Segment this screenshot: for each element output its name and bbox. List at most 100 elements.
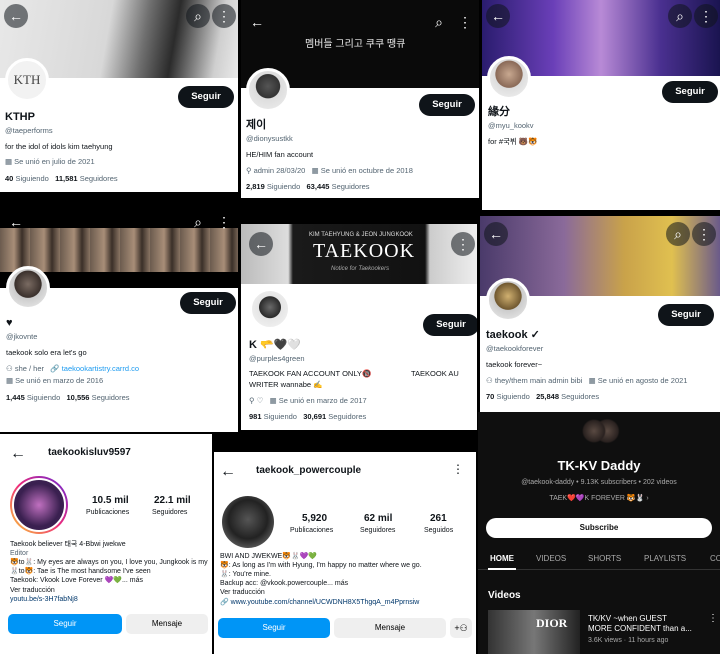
bio-link[interactable]: youtu.be/s-3H7fabNj8: [10, 595, 78, 604]
avatar: [246, 68, 290, 112]
tab-shorts[interactable]: SHORTS: [588, 554, 621, 563]
follow-stats[interactable]: 40 Siguiendo 11,581 Seguidores: [5, 174, 118, 184]
calendar-icon: ▦: [311, 166, 321, 175]
more-icon[interactable]: ⋮: [692, 222, 716, 246]
bio-line-2: TAEKOOK AU: [411, 369, 459, 378]
back-icon[interactable]: ←: [4, 210, 28, 234]
subscribe-button[interactable]: Subscribe: [486, 518, 712, 538]
profile-panel-jei: 멤버들 그리고 쿠쿠 땡큐 ← ⌕ ⋮ Seguir 제이 @dionysust…: [241, 0, 479, 198]
message-button[interactable]: Mensaje: [334, 618, 446, 638]
bio: HE/HIM fan account: [246, 150, 314, 159]
tab-home[interactable]: HOME: [490, 554, 514, 563]
more-icon[interactable]: ⋮: [212, 210, 236, 234]
bio-link[interactable]: 🔗 www.youtube.com/channel/UCWDNH8X5ThgqA…: [220, 598, 419, 607]
video-title-line-2[interactable]: MORE CONFIDENT than a...: [588, 624, 692, 634]
video-title-line-1[interactable]: TK/KV ~when GUEST: [588, 614, 667, 624]
calendar-icon: ▦: [6, 376, 16, 385]
bio-line-3: 🐰to🐯: Tae is The most handsome I've seen: [10, 568, 151, 575]
more-icon[interactable]: ⋮: [452, 463, 464, 475]
back-icon[interactable]: ←: [249, 232, 273, 256]
followers-count[interactable]: 22.1 mil: [154, 496, 191, 506]
bio-line-4: Backup acc: @vkook.powercouple... más: [220, 580, 349, 587]
more-icon[interactable]: ⋮: [708, 614, 718, 624]
avatar: [487, 56, 531, 100]
channel-tagline[interactable]: TAEK❤️💜K FOREVER 🐯🐰 ›: [478, 494, 720, 504]
profile-panel-taekookforever: ← ⌕ ⋮ Seguir taekook ✓ @taekookforever t…: [480, 216, 720, 412]
follow-button[interactable]: Seguir: [662, 81, 718, 103]
search-icon[interactable]: ⌕: [427, 10, 451, 34]
profile-meta: ⚲ admin 28/03/20 ▦ Se unió en octubre de…: [246, 166, 413, 175]
followers-label[interactable]: Seguidores: [152, 508, 187, 518]
follow-button[interactable]: Seguir: [180, 292, 236, 314]
search-icon[interactable]: ⌕: [666, 222, 690, 246]
follow-stats[interactable]: 1,445 Siguiendo 10,556 Seguidores: [6, 393, 130, 403]
display-name: 제이: [246, 119, 267, 131]
posts-count: 5,920: [302, 513, 328, 524]
username: taekookisluv9597: [48, 447, 131, 458]
link-icon: 🔗: [220, 599, 231, 606]
follow-button[interactable]: Seguir: [423, 314, 477, 336]
pronoun-icon: ⚇: [6, 364, 15, 373]
follow-button[interactable]: Seguir: [178, 86, 234, 108]
bio-line-4: Taekook: Vkook Love Forever 💜💚... más: [10, 577, 143, 584]
video-thumbnail[interactable]: DIOR: [488, 610, 580, 654]
handle: @taekookforever: [486, 344, 544, 353]
see-translation[interactable]: Ver traducción: [10, 586, 55, 595]
bio-line-2: 🐯to🐰: My eyes are always on you, I love …: [10, 559, 208, 566]
back-icon[interactable]: ←: [484, 222, 508, 246]
back-icon[interactable]: ←: [245, 10, 269, 34]
banner-script: Notice for Taekookers: [331, 266, 390, 272]
profile-meta: ⚇ they/them main admin bibi ▦ Se unió en…: [486, 376, 688, 385]
search-icon[interactable]: ⌕: [186, 4, 210, 28]
more-icon[interactable]: ⋮: [694, 4, 718, 28]
follow-button[interactable]: Seguir: [218, 618, 330, 638]
follow-button[interactable]: Seguir: [658, 304, 714, 326]
follow-stats[interactable]: 70 Siguiendo 25,848 Seguidores: [486, 392, 599, 402]
bio-line-1: TAEKOOK FAN ACCOUNT ONLY🔞: [249, 369, 372, 378]
followers-count[interactable]: 62 mil: [364, 514, 392, 524]
add-user-icon[interactable]: +⚇: [450, 618, 472, 638]
bio-line-1: Taekook believer 태국 4-Bbwi jwekwe: [10, 541, 126, 548]
see-translation[interactable]: Ver traducción: [220, 588, 265, 597]
follow-button[interactable]: Seguir: [8, 614, 122, 634]
back-icon[interactable]: ←: [4, 4, 28, 28]
display-name: KTHP: [5, 111, 35, 123]
search-icon[interactable]: ⌕: [668, 4, 692, 28]
back-icon[interactable]: ←: [220, 464, 236, 480]
handle: @jkovnte: [6, 332, 38, 341]
join-date: ▦ Se unió en marzo de 2016: [6, 376, 104, 385]
display-name: ♥: [6, 317, 13, 329]
instagram-panel-taekookisluv: ← taekookisluv9597 10.5 mil Publicacione…: [0, 434, 212, 654]
username: taekook_powercouple: [256, 465, 362, 476]
tab-bar: HOME VIDEOS SHORTS PLAYLISTS CO: [478, 548, 720, 570]
follow-stats[interactable]: 2,819 Siguiendo 63,445 Seguidores: [246, 182, 370, 192]
search-icon[interactable]: ⌕: [186, 210, 210, 234]
more-icon[interactable]: ⋮: [451, 232, 475, 256]
pronoun-icon: ⚇: [486, 376, 495, 385]
channel-meta: @taekook-daddy • 9.13K subscribers • 202…: [521, 479, 677, 486]
tab-videos[interactable]: VIDEOS: [536, 554, 566, 563]
profile-link[interactable]: taekookartistry.carrd.co: [62, 364, 139, 373]
chevron-right-icon: ›: [646, 495, 649, 502]
follow-stats[interactable]: 981 Siguiendo 30,691 Seguidores: [249, 412, 366, 422]
profile-meta: ⚲ ♡ ▦ Se unió en marzo de 2017: [249, 396, 367, 405]
location-icon: ⚲: [246, 166, 254, 175]
message-button[interactable]: Mensaje: [126, 614, 208, 634]
display-name: 緣分: [488, 106, 510, 118]
back-icon[interactable]: ←: [10, 446, 26, 462]
posts-count: 10.5 mil: [92, 495, 129, 506]
tab-community[interactable]: CO: [710, 554, 720, 563]
youtube-panel-tkkv-daddy: TK-KV Daddy @taekook-daddy • 9.13K subsc…: [478, 412, 720, 654]
following-label[interactable]: Seguidos: [424, 526, 453, 536]
instagram-panel-powercouple: ← taekook_powercouple ⋮ 5,920 Publicacio…: [214, 452, 476, 654]
tab-playlists[interactable]: PLAYLISTS: [644, 554, 686, 563]
tab-indicator: [488, 568, 516, 570]
followers-label[interactable]: Seguidores: [360, 526, 395, 536]
bio: for #국뷔 🐻🐯: [488, 137, 538, 146]
more-icon[interactable]: ⋮: [453, 10, 477, 34]
back-icon[interactable]: ←: [486, 4, 510, 28]
location-icon: ⚲: [249, 396, 257, 405]
following-count[interactable]: 261: [430, 514, 447, 524]
follow-button[interactable]: Seguir: [419, 94, 475, 116]
more-icon[interactable]: ⋮: [212, 4, 236, 28]
